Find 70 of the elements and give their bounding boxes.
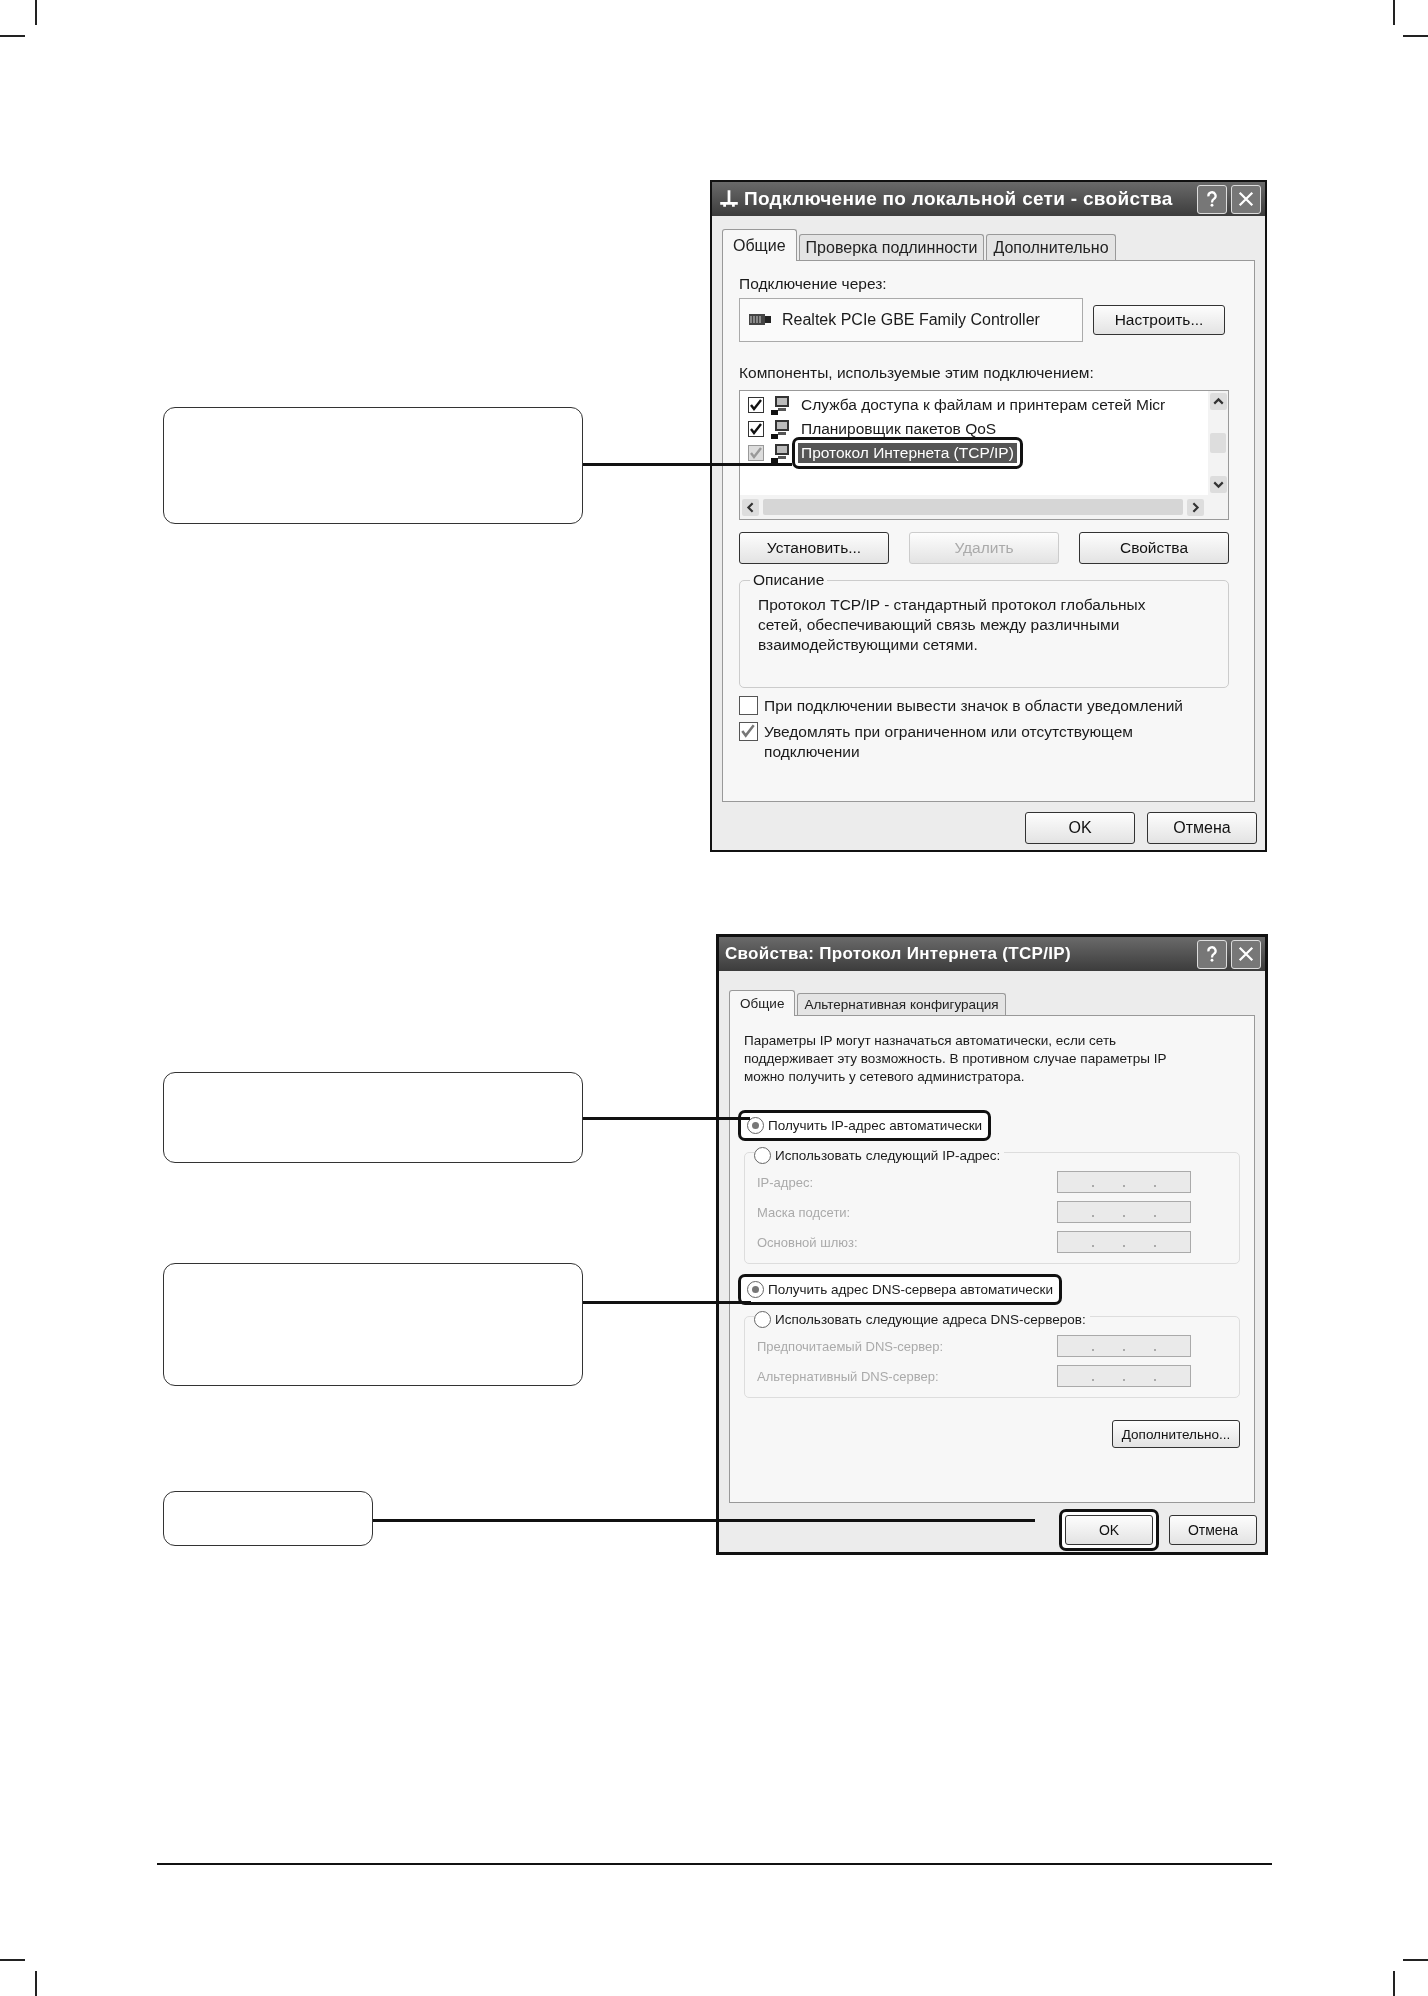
crop-mark — [35, 1971, 37, 1996]
section-label: Подключение через: — [739, 275, 888, 293]
field-label: Альтернативный DNS-сервер: — [757, 1368, 939, 1384]
action-button[interactable]: Свойства — [1079, 532, 1229, 564]
crop-mark — [1393, 0, 1395, 25]
crop-mark — [1393, 1971, 1395, 1996]
configure-button[interactable]: Настроить... — [1093, 305, 1225, 335]
field-label: IP-адрес: — [757, 1174, 813, 1190]
radio-button[interactable] — [747, 1117, 764, 1134]
crop-mark — [0, 35, 25, 37]
checkbox-label: Уведомлять при ограниченном или отсутствующем подключении — [764, 722, 1134, 762]
dialog-button[interactable]: Отмена — [1147, 812, 1257, 844]
vertical-scrollbar[interactable] — [1208, 391, 1228, 495]
field-label: Предпочитаемый DNS-сервер: — [757, 1338, 944, 1354]
field-label: Основной шлюз: — [757, 1234, 858, 1250]
crop-mark — [1403, 35, 1428, 37]
action-button[interactable]: Установить... — [739, 532, 889, 564]
scrollbar-thumb[interactable] — [763, 499, 1183, 515]
radio-option[interactable]: Использовать следующие адреса DNS-серверов: — [754, 1311, 1090, 1328]
section-label: Компоненты, используемые этим подключением: — [739, 364, 1095, 382]
radio-label: Получить адрес DNS-сервера автоматически — [768, 1282, 1053, 1297]
help-button[interactable] — [1197, 939, 1227, 969]
radio-button[interactable] — [754, 1311, 771, 1328]
computer-icon — [770, 395, 792, 415]
close-button[interactable] — [1231, 184, 1261, 214]
checkbox-label: При подключении вывести значок в области уведомлений — [764, 696, 1183, 716]
list-item[interactable]: Служба доступа к файлам и принтерам сетей Micr — [798, 395, 1169, 415]
checkbox[interactable] — [748, 421, 764, 437]
crop-mark — [1403, 1959, 1428, 1961]
network-icon — [718, 188, 740, 210]
radio-label: Получить IP-адрес автоматически — [768, 1118, 983, 1133]
adapter-name: Realtek PCIe GBE Family Controller — [782, 311, 1040, 329]
checkbox[interactable] — [739, 696, 758, 715]
tab[interactable]: Общие — [729, 990, 796, 1016]
advanced-button[interactable]: Дополнительно... — [1112, 1420, 1240, 1448]
horizontal-scrollbar[interactable] — [740, 495, 1228, 519]
computer-icon — [770, 443, 792, 463]
ip-address-field[interactable] — [1057, 1171, 1191, 1193]
tab[interactable]: Альтернативная конфигурация — [797, 993, 1006, 1015]
radio-button[interactable] — [754, 1147, 771, 1164]
ip-address-field[interactable] — [1057, 1335, 1191, 1357]
radio-label: Использовать следующий IP-адрес: — [775, 1148, 1001, 1163]
window-title: Свойства: Протокол Интернета (TCP/IP) — [725, 944, 1072, 964]
field-label: Маска подсети: — [757, 1204, 851, 1220]
ip-address-field[interactable] — [1057, 1201, 1191, 1223]
radio-option[interactable]: Использовать следующий IP-адрес: — [754, 1147, 1005, 1164]
crop-mark — [0, 1959, 25, 1961]
network-card-icon — [748, 312, 772, 328]
tab[interactable]: Общие — [722, 229, 797, 261]
list-item[interactable]: Планировщик пакетов QoS — [798, 419, 1000, 439]
window-title: Подключение по локальной сети - свойства — [744, 188, 1174, 210]
crop-mark — [35, 0, 37, 25]
dialog-button[interactable]: OK — [1065, 1515, 1153, 1545]
help-button[interactable] — [1197, 184, 1227, 214]
radio-button[interactable] — [747, 1281, 764, 1298]
close-icon — [1237, 945, 1255, 963]
tab[interactable]: Дополнительно — [986, 234, 1116, 260]
dialog-button[interactable]: OK — [1025, 812, 1135, 844]
computer-icon — [770, 419, 792, 439]
tab[interactable]: Проверка подлинности — [798, 234, 985, 260]
ip-address-field[interactable] — [1057, 1365, 1191, 1387]
description-text: Протокол TCP/IP - стандартный протокол глобальных сетей, обеспечивающий связь между различными взаимодействующими сетями. — [758, 595, 1147, 655]
dialog-button[interactable]: Отмена — [1169, 1515, 1257, 1545]
close-button[interactable] — [1231, 939, 1261, 969]
checkbox[interactable] — [748, 397, 764, 413]
radio-label: Использовать следующие адреса DNS-серверов: — [775, 1312, 1086, 1327]
checkbox[interactable] — [739, 722, 758, 741]
close-icon — [1237, 190, 1255, 208]
ip-address-field[interactable] — [1057, 1231, 1191, 1253]
intro-text: Параметры IP могут назначаться автоматически, если сеть поддерживает эту возможность. В противном случае параметры IP можно получить у сетевого администратора. — [744, 1032, 1168, 1086]
